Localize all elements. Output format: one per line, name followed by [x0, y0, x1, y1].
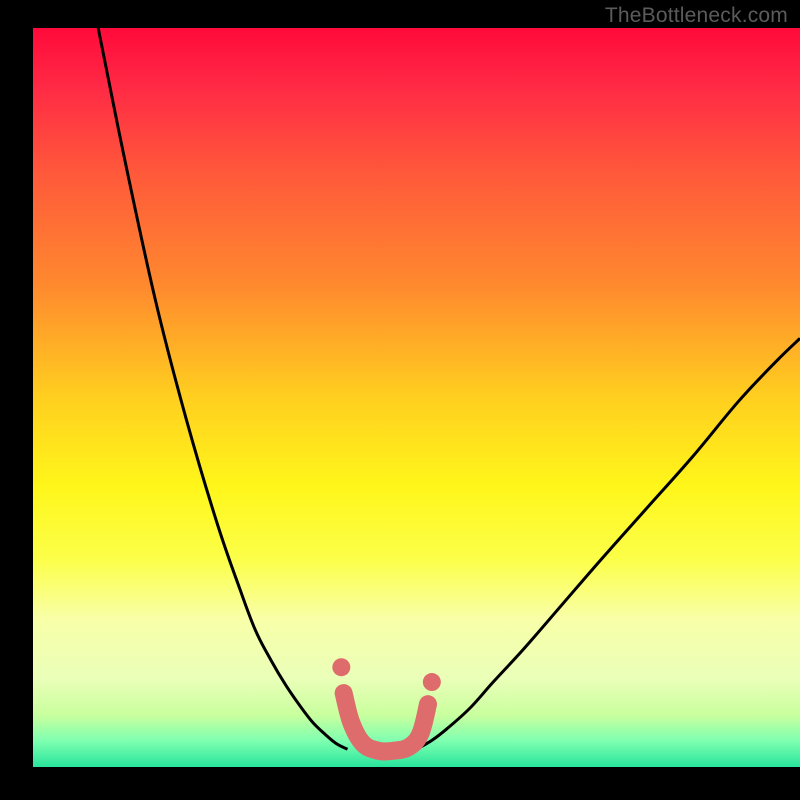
left-dot-upper [332, 658, 350, 676]
chart-stage: TheBottleneck.com [0, 0, 800, 800]
bottleneck-chart [0, 0, 800, 800]
watermark-label: TheBottleneck.com [605, 4, 788, 28]
plot-background [33, 28, 800, 767]
right-dot-upper [423, 673, 441, 691]
